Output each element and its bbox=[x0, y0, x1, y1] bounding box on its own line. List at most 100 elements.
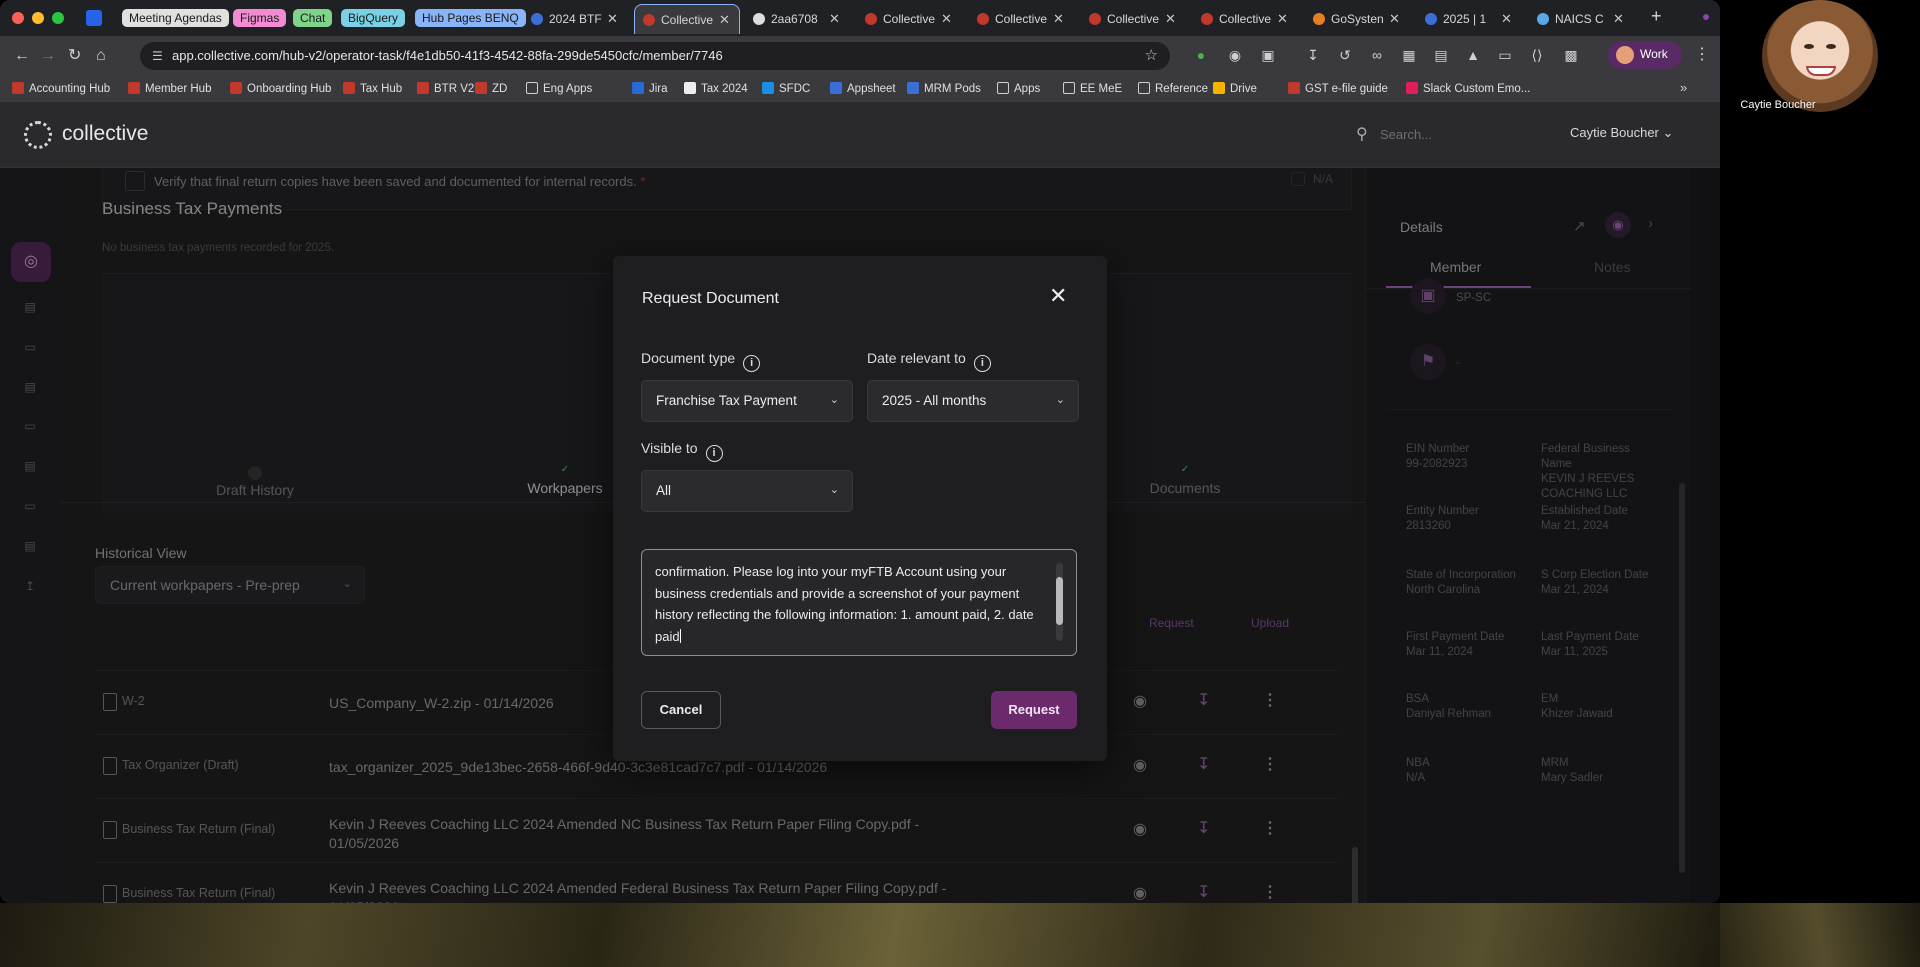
tab-close-icon[interactable]: ✕ bbox=[1389, 4, 1400, 34]
browser-tab[interactable]: 2024 BTF ✕ bbox=[523, 4, 627, 34]
document-type-label: Document type i bbox=[641, 350, 761, 372]
back-button[interactable]: ← bbox=[14, 46, 30, 66]
link-icon[interactable]: ∞ bbox=[1368, 46, 1386, 64]
tab-search-indicator[interactable] bbox=[1703, 14, 1709, 20]
bookmark-item[interactable]: EE MeE bbox=[1063, 81, 1122, 97]
url-text[interactable]: app.collective.com/hub-v2/operator-task/… bbox=[172, 48, 723, 63]
pinned-tab[interactable] bbox=[86, 10, 102, 26]
visible-to-label: Visible to i bbox=[641, 440, 723, 462]
bookmark-item[interactable]: Member Hub bbox=[128, 81, 211, 97]
request-button[interactable]: Request bbox=[991, 691, 1077, 729]
browser-tab[interactable]: Collective ✕ bbox=[1193, 4, 1297, 34]
tab-group-chip[interactable]: Hub Pages BENQ bbox=[415, 9, 526, 27]
document-type-select[interactable]: Franchise Tax Payment ⌄ bbox=[641, 380, 853, 422]
tab-group-chip[interactable]: Meeting Agendas bbox=[122, 9, 229, 27]
bookmark-item[interactable]: Drive bbox=[1213, 81, 1257, 97]
new-tab-button[interactable]: + bbox=[1651, 6, 1662, 27]
bookmark-item[interactable]: GST e-file guide bbox=[1288, 81, 1388, 97]
trash-icon[interactable]: ▭ bbox=[1496, 46, 1514, 64]
bookmark-favicon-icon bbox=[475, 82, 487, 94]
bookmark-favicon-icon bbox=[1288, 82, 1300, 94]
tab-group-chip[interactable]: Chat bbox=[293, 9, 333, 27]
extension-puzzle-icon[interactable]: ▣ bbox=[1259, 46, 1277, 64]
browser-menu-icon[interactable]: ⋮ bbox=[1694, 44, 1710, 64]
participant-video bbox=[1762, 0, 1878, 112]
browser-tab[interactable]: GoSysten ✕ bbox=[1305, 4, 1409, 34]
browser-tab[interactable]: NAICS C ✕ bbox=[1529, 4, 1633, 34]
bookmark-item[interactable]: Onboarding Hub bbox=[230, 81, 331, 97]
code-icon[interactable]: ⟨⟩ bbox=[1528, 46, 1546, 64]
tab-close-icon[interactable]: ✕ bbox=[1613, 4, 1624, 34]
address-bar[interactable]: ☰ app.collective.com/hub-v2/operator-tas… bbox=[140, 42, 1170, 70]
tab-close-icon[interactable]: ✕ bbox=[941, 4, 952, 34]
extension-chrome-icon[interactable]: ● bbox=[1192, 46, 1210, 64]
bookmark-item[interactable]: Reference bbox=[1138, 81, 1208, 97]
extension-password-icon[interactable]: ◉ bbox=[1226, 46, 1244, 64]
brand-name: collective bbox=[62, 122, 149, 145]
forward-button[interactable]: → bbox=[40, 46, 56, 66]
reload-button[interactable]: ↻ bbox=[68, 46, 81, 66]
visible-to-select[interactable]: All ⌄ bbox=[641, 470, 853, 512]
browser-tab[interactable]: Collective ✕ bbox=[634, 4, 740, 34]
bookmark-item[interactable]: Tax Hub bbox=[343, 81, 402, 97]
site-settings-icon[interactable]: ☰ bbox=[152, 49, 163, 63]
tab-close-icon[interactable]: ✕ bbox=[1053, 4, 1064, 34]
bookmark-item[interactable]: ZD bbox=[475, 81, 507, 97]
window-maximize-button[interactable] bbox=[52, 12, 64, 24]
bookmark-item[interactable]: Accounting Hub bbox=[12, 81, 110, 97]
tab-group-chip[interactable]: BigQuery bbox=[341, 9, 406, 27]
history-icon[interactable]: ↺ bbox=[1336, 46, 1354, 64]
home-button[interactable]: ⌂ bbox=[96, 46, 106, 66]
bookmark-item[interactable]: Apps bbox=[997, 81, 1040, 97]
browser-tab[interactable]: 2aa6708 ✕ bbox=[745, 4, 849, 34]
text-caret bbox=[679, 628, 681, 643]
participant-name: Caytie Boucher bbox=[1740, 99, 1816, 111]
bookmark-item[interactable]: SFDC bbox=[762, 81, 810, 97]
bookmark-favicon-icon bbox=[12, 82, 24, 94]
browser-tab[interactable]: Collective ✕ bbox=[969, 4, 1073, 34]
bookmarks-overflow-button[interactable]: » bbox=[1680, 80, 1687, 95]
browser-tab[interactable]: Collective ✕ bbox=[857, 4, 961, 34]
message-scrollbar[interactable] bbox=[1056, 577, 1063, 625]
tab-close-icon[interactable]: ✕ bbox=[1277, 4, 1288, 34]
search-input[interactable] bbox=[1380, 122, 1540, 146]
bookmark-favicon-icon bbox=[417, 82, 429, 94]
bookmark-item[interactable]: Tax 2024 bbox=[684, 81, 748, 97]
cancel-button[interactable]: Cancel bbox=[641, 691, 721, 729]
bookmark-item[interactable]: Slack Custom Emo... bbox=[1406, 81, 1530, 97]
close-icon[interactable]: ✕ bbox=[1049, 285, 1067, 307]
tab-close-icon[interactable]: ✕ bbox=[1501, 4, 1512, 34]
window-minimize-button[interactable] bbox=[32, 12, 44, 24]
tab-close-icon[interactable]: ✕ bbox=[607, 4, 618, 34]
bookmark-item[interactable]: Appsheet bbox=[830, 81, 896, 97]
user-menu[interactable]: Caytie Boucher ⌄ bbox=[1570, 125, 1673, 141]
grid-icon[interactable]: ▩ bbox=[1562, 46, 1580, 64]
tab-close-icon[interactable]: ✕ bbox=[719, 5, 730, 35]
date-relevant-select[interactable]: 2025 - All months ⌄ bbox=[867, 380, 1079, 422]
download-icon[interactable]: ↧ bbox=[1304, 46, 1322, 64]
folder-icon bbox=[1063, 82, 1075, 94]
info-icon[interactable]: i bbox=[743, 355, 761, 372]
info-icon[interactable]: i bbox=[705, 445, 723, 462]
profile-button[interactable]: Work bbox=[1608, 41, 1682, 69]
browser-tab[interactable]: 2025 | 1 ✕ bbox=[1417, 4, 1521, 34]
window-close-button[interactable] bbox=[12, 12, 24, 24]
bookmark-item[interactable]: BTR V2 bbox=[417, 81, 474, 97]
screen-capture-icon[interactable]: ▤ bbox=[1432, 46, 1450, 64]
tab-close-icon[interactable]: ✕ bbox=[829, 4, 840, 34]
bookmark-star-icon[interactable]: ☆ bbox=[1145, 46, 1158, 64]
bookmark-item[interactable]: MRM Pods bbox=[907, 81, 981, 97]
info-icon[interactable]: i bbox=[973, 355, 991, 372]
collective-logo-icon[interactable] bbox=[24, 121, 52, 149]
bank-icon[interactable]: ▲ bbox=[1464, 46, 1482, 64]
tab-close-icon[interactable]: ✕ bbox=[1165, 4, 1176, 34]
bookmark-item[interactable]: Jira bbox=[632, 81, 668, 97]
tab-favicon-icon bbox=[1201, 13, 1213, 25]
tab-group-chip[interactable]: Figmas bbox=[233, 9, 287, 27]
message-textarea[interactable]: confirmation. Please log into your myFTB… bbox=[641, 549, 1077, 656]
table-icon[interactable]: ▦ bbox=[1400, 46, 1418, 64]
folder-icon bbox=[526, 82, 538, 94]
bookmark-item[interactable]: Eng Apps bbox=[526, 81, 592, 97]
tab-favicon-icon bbox=[1089, 13, 1101, 25]
browser-tab[interactable]: Collective ✕ bbox=[1081, 4, 1185, 34]
